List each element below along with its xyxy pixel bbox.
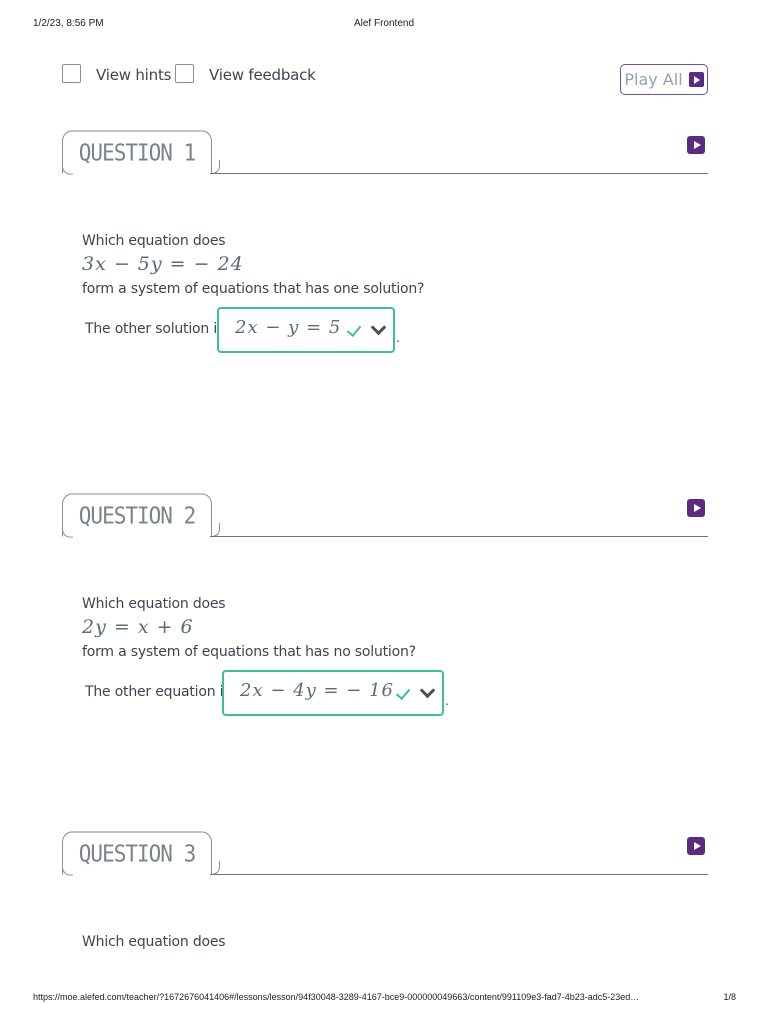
chevron-down-icon[interactable]: [421, 687, 433, 699]
print-page-number: 1/8: [723, 992, 736, 1002]
print-url: https://moe.alefed.com/teacher/?16726760…: [33, 992, 640, 1002]
chevron-down-icon[interactable]: [372, 324, 384, 336]
answer-dropdown[interactable]: 2x − 4y = − 16: [222, 670, 444, 716]
question-body: Which equation does 3x − 5y = − 24 form …: [82, 233, 682, 355]
print-title: Alef Frontend: [353, 18, 415, 29]
view-hints-label[interactable]: View hints: [96, 66, 171, 84]
question-prompt: Which equation does: [82, 233, 226, 249]
question-followup: form a system of equations that has no s…: [82, 644, 416, 660]
question-equation: 3x − 5y = − 24: [82, 253, 244, 275]
print-header: 1/2/23, 8:56 PM Alef Frontend: [0, 18, 768, 32]
play-all-button[interactable]: Play All: [620, 64, 708, 95]
question-tab: QUESTION 3: [61, 831, 212, 876]
answer-row: The other equation is 2x − 4y = − 16 .: [82, 670, 682, 718]
period: .: [445, 692, 449, 708]
answer-dropdown[interactable]: 2x − y = 5: [217, 307, 395, 353]
period: .: [396, 329, 400, 345]
play-icon: [688, 72, 704, 87]
view-feedback-checkbox[interactable]: [175, 64, 194, 83]
print-footer: https://moe.alefed.com/teacher/?16726760…: [0, 992, 768, 1006]
view-hints-checkbox[interactable]: [62, 64, 81, 83]
answer-row: The other solution is 2x − y = 5 .: [82, 307, 682, 355]
question-prompt: Which equation does: [82, 934, 226, 950]
play-icon[interactable]: [687, 136, 705, 154]
question-body: Which equation does: [82, 934, 682, 950]
toolbar: View hints View feedback Play All: [62, 62, 708, 98]
question-header: QUESTION 2: [61, 493, 708, 538]
question-prompt: Which equation does: [82, 596, 226, 612]
answer-value: 2x − 4y = − 16: [240, 680, 394, 701]
question-tab: QUESTION 2: [61, 493, 212, 538]
question-equation: 2y = x + 6: [82, 616, 194, 638]
play-icon[interactable]: [687, 837, 705, 855]
question-header: QUESTION 1: [61, 130, 708, 175]
checkmark-icon: [347, 323, 365, 337]
answer-value: 2x − y = 5: [235, 317, 342, 338]
question-followup: form a system of equations that has one …: [82, 281, 425, 297]
question-tab: QUESTION 1: [61, 130, 212, 175]
answer-label: The other equation is: [85, 684, 231, 700]
divider: [212, 535, 708, 537]
question-body: Which equation does 2y = x + 6 form a sy…: [82, 596, 682, 718]
view-feedback-label[interactable]: View feedback: [209, 66, 316, 84]
divider: [212, 873, 708, 875]
question-header: QUESTION 3: [61, 831, 708, 876]
play-icon[interactable]: [687, 499, 705, 517]
play-all-label: Play All: [624, 70, 683, 89]
answer-label: The other solution is: [85, 321, 225, 337]
divider: [212, 172, 708, 174]
checkmark-icon: [396, 686, 414, 700]
